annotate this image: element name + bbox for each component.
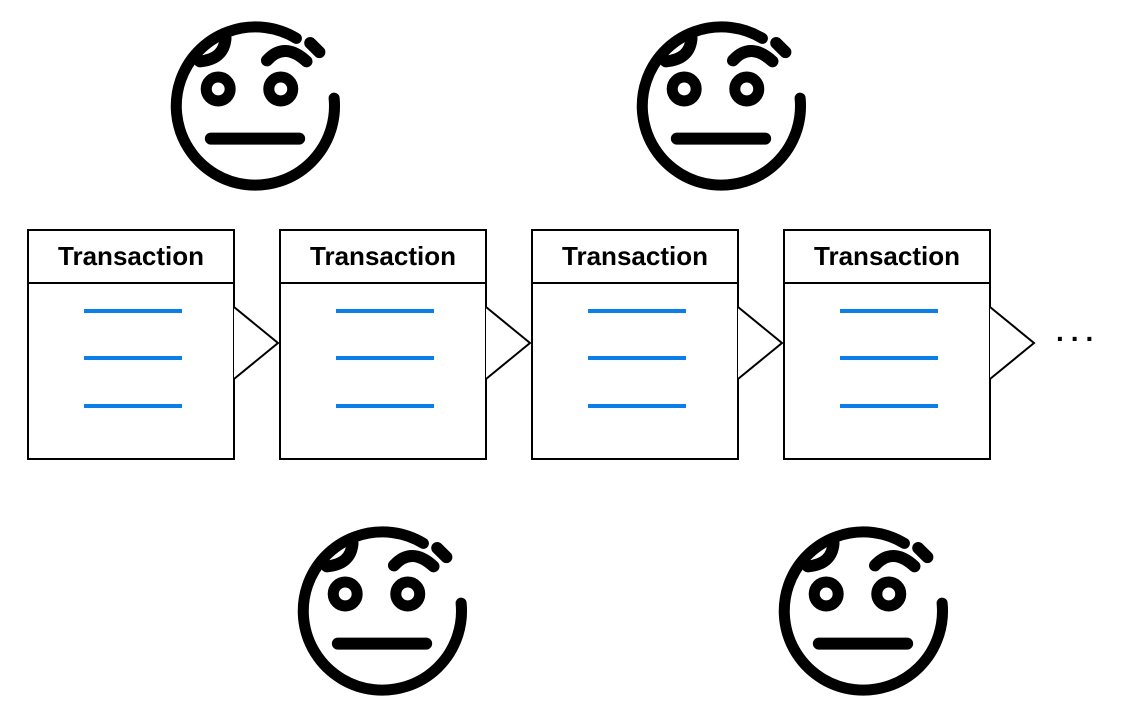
transaction-block: Transaction: [27, 229, 235, 460]
transaction-block: Transaction: [783, 229, 991, 460]
field-line: [336, 356, 434, 360]
field-line: [588, 356, 686, 360]
field-line: [336, 404, 434, 408]
transaction-title: Transaction: [281, 231, 485, 284]
field-line: [840, 404, 938, 408]
field-line: [84, 309, 182, 313]
field-line: [588, 309, 686, 313]
field-line: [840, 309, 938, 313]
link-arrow-icon: [233, 306, 280, 380]
link-arrow-icon: [989, 306, 1036, 380]
link-arrow-icon: [485, 306, 532, 380]
field-line: [336, 309, 434, 313]
field-line: [840, 356, 938, 360]
transaction-block: Transaction: [531, 229, 739, 460]
transaction-title: Transaction: [29, 231, 233, 284]
field-line: [84, 356, 182, 360]
continuation-ellipsis: ...: [1056, 316, 1101, 347]
worried-face-icon: [290, 513, 474, 697]
transaction-title: Transaction: [785, 231, 989, 284]
worried-face-icon: [771, 513, 955, 697]
field-line: [84, 404, 182, 408]
worried-face-icon: [629, 8, 813, 192]
link-arrow-icon: [737, 306, 784, 380]
transaction-title: Transaction: [533, 231, 737, 284]
field-line: [588, 404, 686, 408]
worried-face-icon: [163, 8, 347, 192]
transaction-block: Transaction: [279, 229, 487, 460]
